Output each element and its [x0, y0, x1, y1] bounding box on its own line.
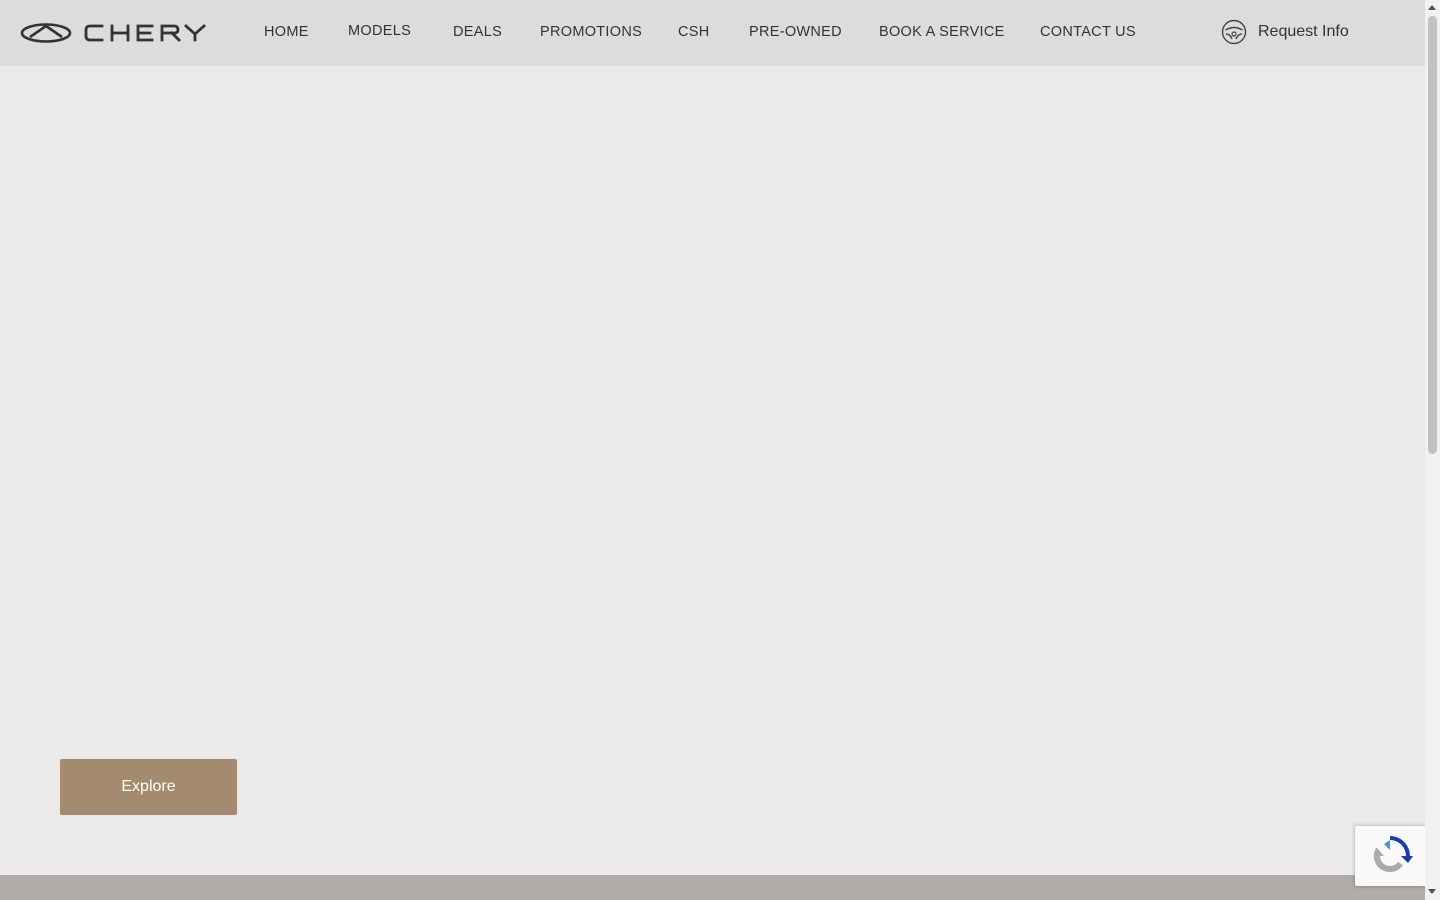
hero-section	[0, 66, 1425, 875]
nav-item-pre-owned[interactable]: PRE-OWNED	[749, 24, 842, 40]
recaptcha-icon	[1373, 836, 1413, 873]
site-header: HOME MODELS DEALS PROMOTIONS CSH PRE-OWN…	[0, 0, 1425, 66]
chery-wordmark	[84, 24, 206, 42]
steering-wheel-icon	[1221, 19, 1247, 45]
footer-strip	[0, 875, 1425, 900]
nav-item-home[interactable]: HOME	[264, 24, 309, 40]
page-scrollbar[interactable]	[1425, 0, 1440, 900]
nav-item-contact-us[interactable]: CONTACT US	[1040, 24, 1136, 40]
nav-item-promotions[interactable]: PROMOTIONS	[540, 24, 642, 40]
scroll-down-arrow-icon[interactable]	[1428, 889, 1436, 894]
request-info-label: Request Info	[1258, 23, 1349, 40]
nav-item-book-a-service[interactable]: BOOK A SERVICE	[879, 24, 1005, 40]
nav-item-models[interactable]: MODELS	[348, 23, 411, 39]
chery-emblem-icon	[20, 23, 72, 43]
nav-item-deals[interactable]: DEALS	[453, 24, 502, 40]
request-info-button[interactable]: Request Info	[1221, 19, 1349, 45]
recaptcha-badge[interactable]	[1355, 826, 1425, 886]
nav-item-csh[interactable]: CSH	[678, 24, 710, 40]
scroll-up-arrow-icon[interactable]	[1428, 5, 1436, 10]
scroll-thumb[interactable]	[1428, 16, 1437, 454]
chery-logo[interactable]	[20, 22, 206, 44]
explore-button[interactable]: Explore	[60, 759, 237, 815]
